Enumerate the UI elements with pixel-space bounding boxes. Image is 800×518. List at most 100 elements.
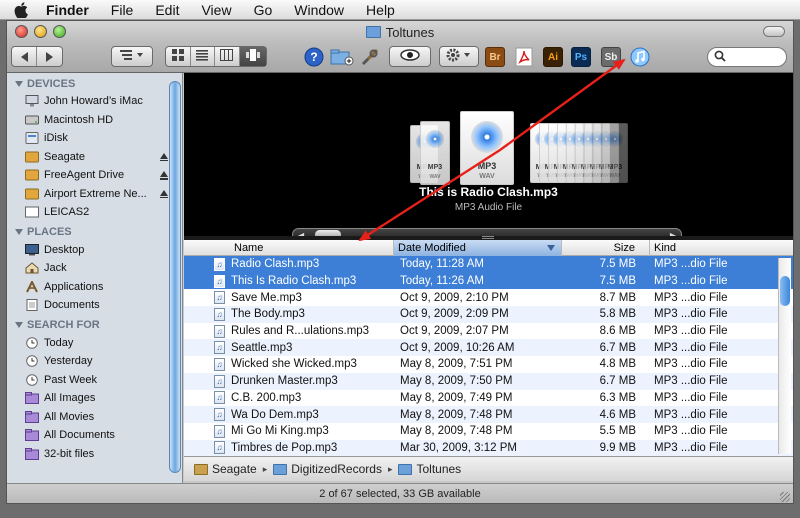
column-header-kind[interactable]: Kind [650,240,778,256]
cover-flow-card[interactable]: MP3 WAV [420,121,450,185]
cover-flow-card[interactable]: MP3 WAV [602,123,628,183]
cover-flow-scrollbar[interactable]: ◀ ▶ [292,228,682,236]
column-header-name[interactable]: Name [184,240,394,256]
table-row[interactable]: ♫ Radio Clash.mp3 Today, 11:28 AM 7.5 MB MP3… [184,256,793,273]
cell-kind: MP3 ...dio File [654,391,728,404]
table-row[interactable]: ♫ C.B. 200.mp3 May 8, 2009, 7:49 PM 6.3 MB M… [184,390,793,407]
card-sublabel: WAV [429,174,441,180]
cover-flow-title: This is Radio Clash.mp3 [419,185,558,199]
search-input[interactable] [707,47,787,67]
column-header-size[interactable]: Size [562,240,650,256]
list-scrollbar[interactable] [778,258,791,454]
table-row[interactable]: ♫ This Is Radio Clash.mp3 Today, 11:26 AM 7… [184,272,793,290]
external-drive-icon [25,188,39,200]
sidebar-item-label: 32-bit files [44,447,95,460]
table-row[interactable]: ♫ Drunken Master.mp3 May 8, 2009, 7:50 PM 6… [184,372,793,390]
itunes-icon[interactable] [629,46,651,68]
title-bar[interactable]: Toltunes [7,21,793,43]
resize-grip-icon[interactable] [780,492,790,502]
menu-edit[interactable]: Edit [155,2,179,18]
sidebar-item-macintosh-hd[interactable]: Macintosh HD [7,111,182,130]
list-view-button[interactable] [191,47,216,66]
sidebar-scrollbar[interactable] [169,81,181,473]
sidebar-item-idisk[interactable]: iDisk [7,129,182,148]
sidebar-item-yesterday[interactable]: Yesterday [7,352,182,371]
sidebar-item-all-images[interactable]: All Images [7,389,182,408]
sidebar-item-seagate[interactable]: Seagate [7,148,182,167]
sidebar-heading-places[interactable]: PLACES [7,224,182,241]
cover-flow-card[interactable]: MP3 WAV [460,111,514,185]
sidebar-item-all-movies[interactable]: All Movies [7,408,182,427]
zoom-button[interactable] [53,25,66,38]
new-folder-icon[interactable] [329,46,355,68]
table-row[interactable]: ♫ Wa Do Dem.mp3 May 8, 2009, 7:48 PM 4.6 MB… [184,406,793,423]
help-icon[interactable]: ? [303,46,325,68]
column-header-date-modified[interactable]: Date Modified [394,240,562,256]
sidebar-item-applications[interactable]: Applications [7,278,182,297]
sidebar-heading-search-for[interactable]: SEARCH FOR [7,317,182,334]
pdf-icon[interactable] [513,46,535,68]
minimize-button[interactable] [34,25,47,38]
eject-icon[interactable] [160,171,168,180]
applications-icon [25,279,39,293]
path-crumb-seagate[interactable]: Seagate [194,462,257,476]
toolbar: ? Br Ai Ps Sb [7,43,793,73]
sidebar-item-desktop[interactable]: Desktop [7,241,182,260]
path-crumb-toltunes[interactable]: Toltunes [398,462,461,476]
clock-icon [25,373,39,386]
path-crumb-digitizedrecords[interactable]: DigitizedRecords [273,462,382,476]
cover-flow-button[interactable] [239,47,266,66]
column-view-button[interactable] [215,47,240,66]
illustrator-app-icon[interactable]: Ai [543,47,563,67]
bridge-app-icon[interactable]: Br [485,47,505,67]
sidebar-item-today[interactable]: Today [7,334,182,353]
sidebar-item-documents[interactable]: Documents [7,296,182,315]
sidebar-item-jack[interactable]: Jack [7,259,182,278]
toolbar-toggle-button[interactable] [763,26,785,37]
menu-go[interactable]: Go [254,2,273,18]
arrange-button[interactable] [111,46,153,67]
apple-menu-icon[interactable] [14,1,30,18]
sidebar-item-airport-extreme-ne[interactable]: Airport Extreme Ne... [7,185,182,204]
cover-flow-icon [245,49,260,64]
disclosure-triangle-icon [15,322,23,328]
menu-view[interactable]: View [201,2,231,18]
photoshop-app-icon[interactable]: Ps [571,47,591,67]
menu-file[interactable]: File [111,2,134,18]
table-row[interactable]: ♫ Rules and R...ulations.mp3 Oct 9, 2009, … [184,323,793,340]
menu-window[interactable]: Window [294,2,344,18]
soundbooth-app-icon[interactable]: Sb [601,47,621,67]
table-row[interactable]: ♫ Seattle.mp3 Oct 9, 2009, 10:26 AM 6.7 MB M… [184,339,793,357]
sidebar-item-john-howard-s-imac[interactable]: John Howard’s iMac [7,92,182,111]
sidebar-item-all-documents[interactable]: All Documents [7,426,182,445]
finder-window: Toltunes ? Br Ai Ps Sb DEVICES John Howa… [6,20,794,504]
eject-icon[interactable] [160,189,168,198]
music-disc-icon [426,130,444,148]
sidebar-item-past-week[interactable]: Past Week [7,371,182,390]
table-row[interactable]: ♫ Timbres de Pop.mp3 Mar 30, 2009, 3:12 PM… [184,439,793,456]
table-row[interactable]: ♫ The Body.mp3 Oct 9, 2009, 2:09 PM 5.8 MB M… [184,306,793,323]
table-row[interactable]: ♫ Wicked she Wicked.mp3 May 8, 2009, 7:51 … [184,356,793,373]
table-row[interactable]: ♫ Save Me.mp3 Oct 9, 2009, 2:10 PM 8.7 MB MP… [184,289,793,306]
icon-view-button[interactable] [166,47,191,66]
cover-flow-preview[interactable]: MP3WAVMP3WAVMP3WAVMP3WAVMP3WAVMP3WAVMP3W… [184,73,793,236]
menu-finder[interactable]: Finder [46,2,89,18]
file-rows: ♫ Radio Clash.mp3 Today, 11:28 AM 7.5 MB MP3… [184,256,793,456]
table-row[interactable]: ♫ Mi Go Mi King.mp3 May 8, 2009, 7:48 PM 5.… [184,423,793,440]
sidebar-item-leicas2[interactable]: LEICAS2 [7,203,182,222]
disclosure-triangle-icon [15,80,23,87]
audio-file-icon: ♫ [214,341,225,355]
back-arrow-icon [20,51,28,62]
sidebar-heading-devices[interactable]: DEVICES [7,75,182,92]
close-button[interactable] [15,25,28,38]
sidebar-item-32-bit-files[interactable]: 32-bit files [7,445,182,464]
list-scroll-thumb[interactable] [780,276,790,306]
menu-help[interactable]: Help [366,2,395,18]
sidebar-item-freeagent-drive[interactable]: FreeAgent Drive [7,166,182,185]
eject-icon[interactable] [160,152,168,161]
action-menu-button[interactable] [439,46,479,67]
quick-look-button[interactable] [389,46,431,67]
tools-icon[interactable] [359,46,381,68]
forward-button[interactable] [37,47,62,66]
back-button[interactable] [12,47,38,66]
